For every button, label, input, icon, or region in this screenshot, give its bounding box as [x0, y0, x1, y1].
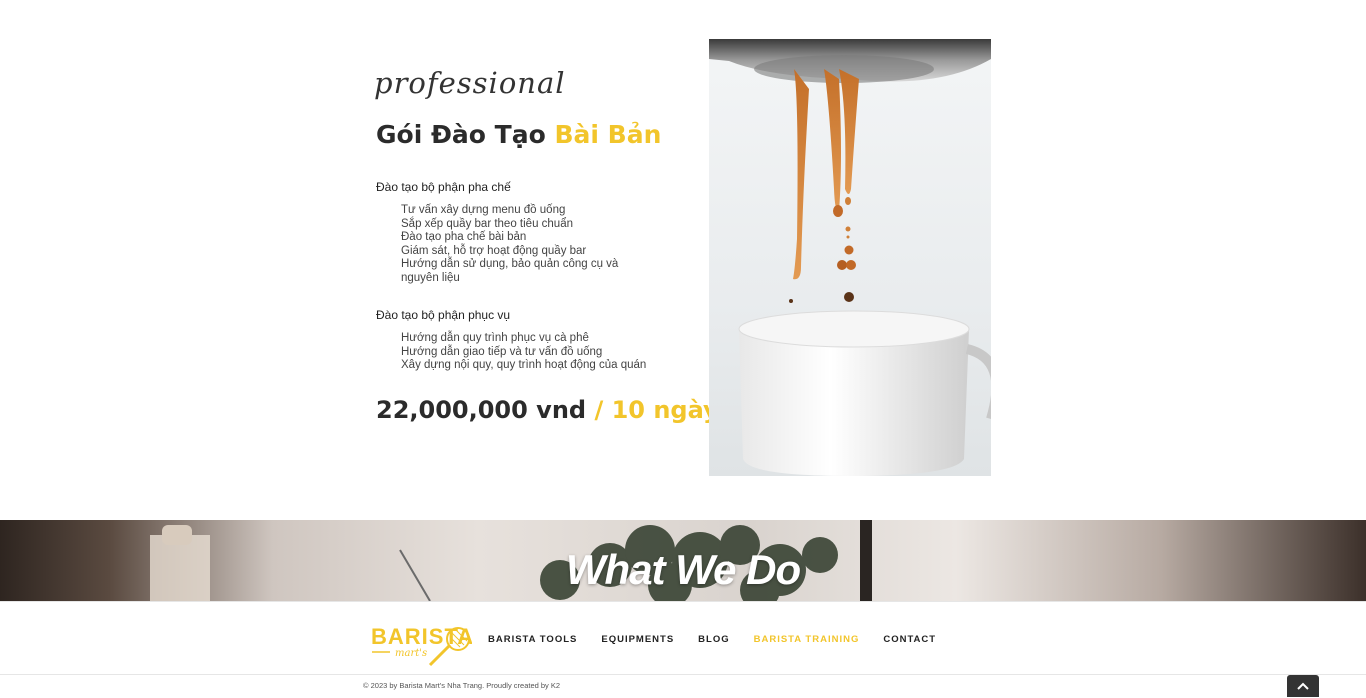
- price-amount: 22,000,000 vnd: [376, 396, 587, 424]
- script-word: professional: [374, 66, 566, 100]
- nav-equipments[interactable]: EQUIPMENTS: [601, 634, 674, 645]
- list-item: Hướng dẫn sử dụng, bảo quản công cụ và n…: [401, 258, 619, 284]
- espresso-illustration: [709, 39, 991, 476]
- back-to-top-button[interactable]: [1287, 675, 1319, 697]
- list-item: Xây dựng nội quy, quy trình hoạt động củ…: [401, 359, 647, 372]
- barista-marts-logo[interactable]: BARISTA mart's: [370, 619, 473, 669]
- group-heading-service: Đào tạo bộ phận phục vụ: [376, 308, 511, 322]
- list-item: Hướng dẫn giao tiếp và tư vấn đồ uống: [401, 345, 603, 358]
- price-duration: 10 ngày: [611, 396, 719, 424]
- nav-contact[interactable]: CONTACT: [883, 634, 936, 645]
- package-price: 22,000,000 vnd / 10 ngày: [376, 396, 719, 424]
- package-title-main: Gói Đào Tạo: [376, 120, 546, 149]
- package-title-accent: Bài Bản: [554, 120, 662, 149]
- list-item: Tư vấn xây dựng menu đồ uống: [401, 204, 566, 216]
- nav-barista-training[interactable]: BARISTA TRAINING: [754, 634, 860, 645]
- copyright-text: © 2023 by Barista Mart's Nha Trang. Prou…: [363, 681, 561, 690]
- list-barista: Tư vấn xây dựng menu đồ uống Sắp xếp quầ…: [401, 204, 656, 286]
- logo-graphic: BARISTA mart's: [371, 624, 473, 667]
- svg-text:mart's: mart's: [395, 648, 427, 659]
- group-heading-barista: Đào tạo bộ phận pha chế: [376, 180, 511, 194]
- list-item: Hướng dẫn quy trình phục vụ cà phê: [401, 332, 589, 344]
- list-item: Đào tạo pha chế bài bản: [401, 231, 527, 244]
- list-service: Hướng dẫn quy trình phục vụ cà phê Hướng…: [401, 332, 656, 373]
- footer-menu: BARISTA TOOLS EQUIPMENTS BLOG BARISTA TR…: [488, 634, 960, 645]
- banner-heading: What We Do: [565, 546, 801, 593]
- copyright-bar: [0, 674, 1366, 698]
- package-title: Gói Đào Tạo Bài Bản: [376, 120, 661, 149]
- training-package-section: professional Gói Đào Tạo Bài Bản Đào tạo…: [0, 0, 1366, 520]
- list-item: Giám sát, hỗ trợ hoạt động quầy bar: [401, 244, 587, 257]
- price-separator: /: [594, 396, 604, 424]
- nav-barista-tools[interactable]: BARISTA TOOLS: [488, 634, 577, 645]
- nav-blog[interactable]: BLOG: [698, 634, 729, 645]
- chevron-up-icon: [1297, 682, 1309, 690]
- list-item: Sắp xếp quầy bar theo tiêu chuẩn: [401, 217, 573, 230]
- espresso-pour-photo: [709, 39, 991, 476]
